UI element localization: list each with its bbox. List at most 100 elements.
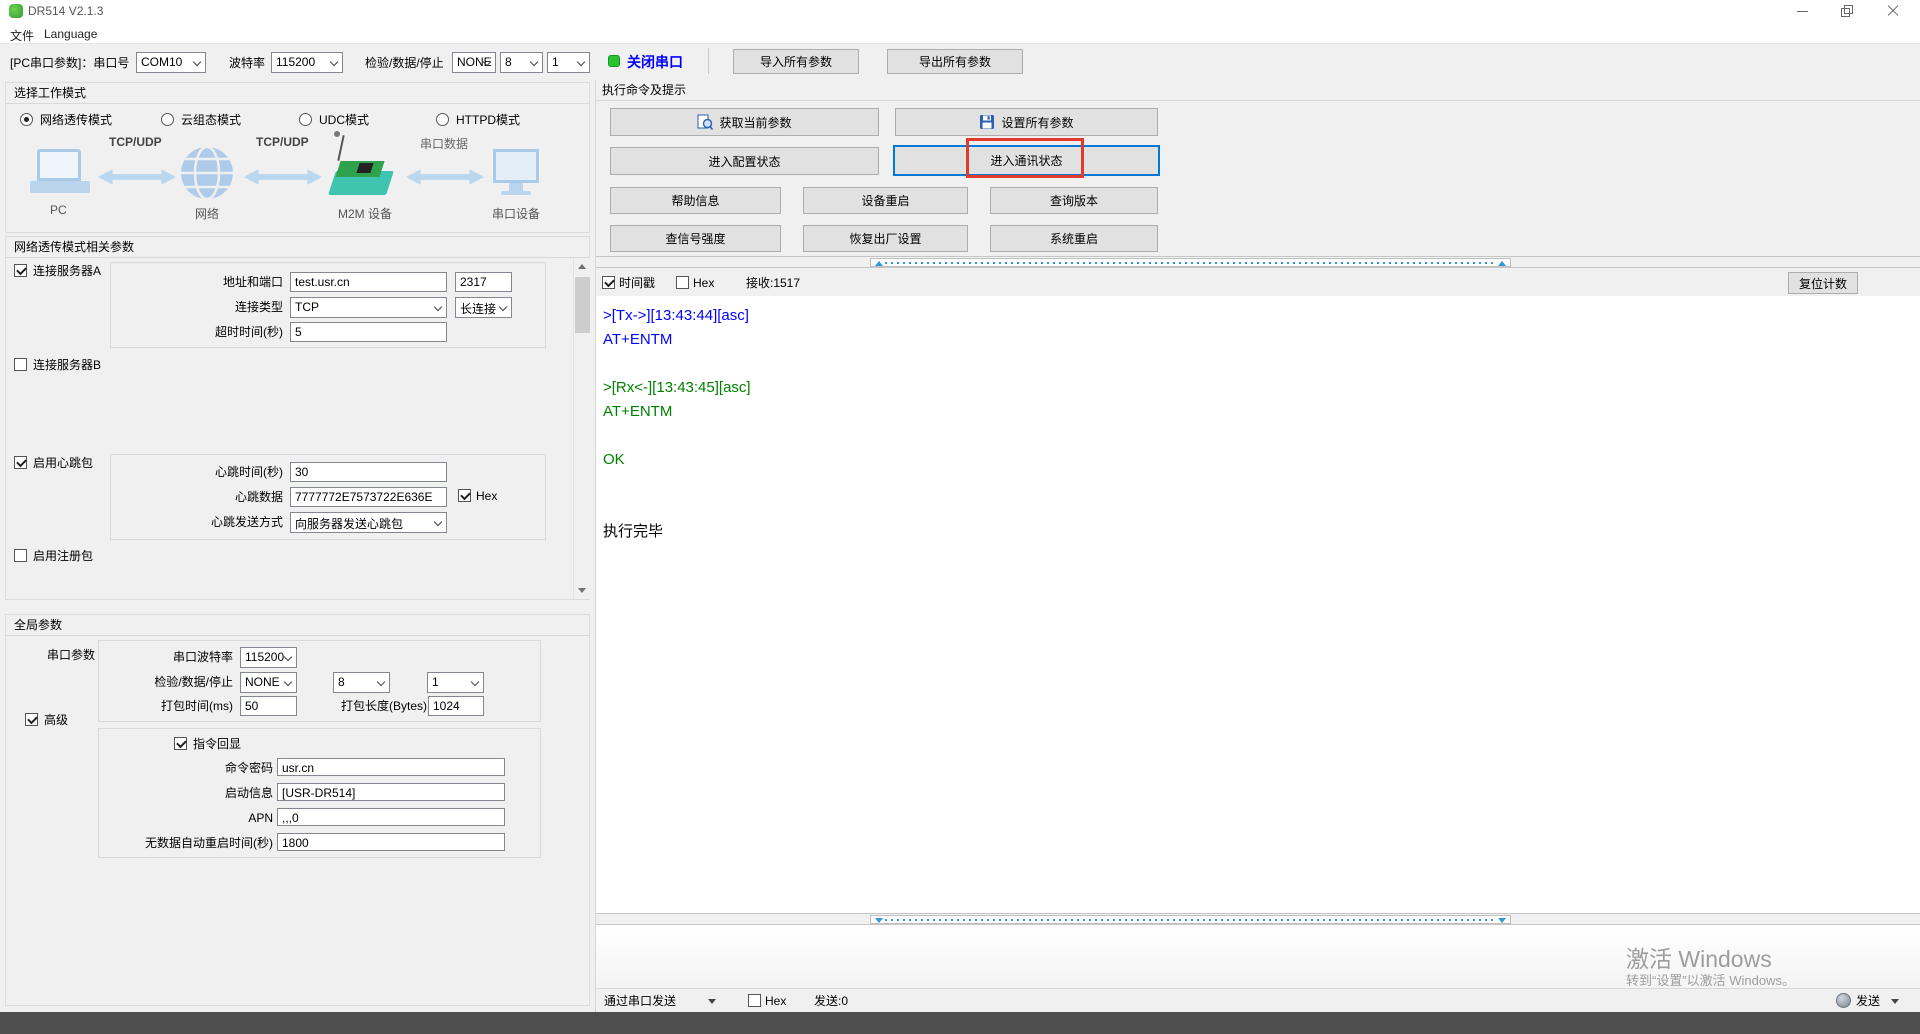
advanced-checkbox[interactable] — [25, 713, 38, 726]
diagram-node-pc-label: PC — [50, 203, 67, 217]
heartbeat-time-input[interactable]: 30 — [290, 462, 447, 482]
sent-counter: 发送:0 — [814, 991, 848, 1011]
menu-bar: 文件 Language — [0, 22, 1920, 44]
server-b-checkbox[interactable] — [14, 358, 27, 371]
network-globe-icon — [179, 145, 235, 201]
gbaud-select[interactable]: 115200 — [240, 647, 297, 668]
scrollbar-thumb[interactable] — [575, 277, 590, 333]
close-button[interactable] — [1876, 0, 1910, 22]
chevron-down-icon — [434, 518, 442, 526]
timestamp-label: 时间戳 — [619, 273, 655, 293]
gdatabits-select[interactable]: 8 — [333, 672, 390, 693]
parity-select[interactable]: NONE — [452, 52, 496, 73]
close-port-button[interactable]: 关闭串口 — [627, 52, 683, 72]
databits-select[interactable]: 8 — [500, 52, 543, 73]
window-title: DR514 V2.1.3 — [28, 4, 103, 18]
splitter-grip[interactable] — [870, 258, 1511, 267]
packlen-input[interactable]: 1024 — [428, 696, 484, 716]
minimize-button[interactable] — [1786, 0, 1820, 22]
radio-udc[interactable] — [299, 113, 312, 126]
system-restart-button[interactable]: 系统重启 — [990, 225, 1158, 252]
server-a-port-input[interactable]: 2317 — [455, 272, 512, 292]
chevron-down-icon — [499, 303, 507, 311]
heartbeat-mode-select[interactable]: 向服务器发送心跳包 — [290, 512, 447, 533]
heartbeat-hex-checkbox[interactable] — [458, 489, 471, 502]
get-params-button[interactable]: 获取当前参数 — [610, 108, 879, 136]
heartbeat-checkbox[interactable] — [14, 456, 27, 469]
chevron-down-icon — [377, 678, 385, 686]
advanced-label: 高级 — [44, 710, 68, 730]
cmd-pwd-input[interactable]: usr.cn — [277, 758, 505, 776]
scrollbar-down-button[interactable] — [574, 582, 591, 599]
radio-cloud[interactable] — [161, 113, 174, 126]
timeout-input[interactable]: 5 — [290, 322, 447, 342]
factory-reset-button[interactable]: 恢复出厂设置 — [803, 225, 968, 252]
apn-input[interactable]: ,,,0 — [277, 808, 505, 826]
heartbeat-data-input[interactable]: 7777772E7573722E636E — [290, 487, 447, 507]
send-splitter[interactable] — [596, 913, 1920, 925]
exec-panel: 执行命令及提示 获取当前参数 设置所有参数 进入配置状态 进入通讯状态 帮助信息… — [595, 80, 1920, 1012]
exec-header: 执行命令及提示 — [596, 80, 1920, 101]
minimize-icon — [1797, 11, 1808, 12]
net-params-header: 网络透传模式相关参数 — [6, 237, 589, 258]
echo-checkbox[interactable] — [174, 737, 187, 750]
idle-restart-input[interactable]: 1800 — [277, 833, 505, 851]
log-line: AT+ENTM — [603, 400, 1920, 424]
log-line: OK — [603, 448, 1920, 472]
menu-file[interactable]: 文件 — [6, 25, 38, 46]
packtime-input[interactable]: 50 — [240, 696, 297, 716]
log-splitter[interactable] — [596, 256, 1920, 268]
export-params-button[interactable]: 导出所有参数 — [887, 49, 1023, 74]
gparity-select[interactable]: NONE — [240, 672, 297, 693]
restore-button[interactable] — [1830, 0, 1864, 22]
radio-net-transparent[interactable] — [20, 113, 33, 126]
log-output[interactable]: >[Tx->][13:43:44][asc] AT+ENTM >[Rx<-][1… — [596, 296, 1920, 913]
server-a-checkbox[interactable] — [14, 264, 27, 277]
send-hex-checkbox[interactable] — [748, 994, 761, 1007]
splitter-grip[interactable] — [870, 915, 1511, 924]
register-checkbox[interactable] — [14, 549, 27, 562]
work-mode-header: 选择工作模式 — [6, 83, 589, 104]
work-mode-section: 选择工作模式 网络透传模式 云组态模式 UDC模式 HTTPD模式 PC TCP… — [5, 82, 590, 233]
chevron-down-icon[interactable] — [708, 999, 716, 1004]
pc-serial-label: [PC串口参数]：串口号 — [10, 53, 129, 73]
echo-label: 指令回显 — [193, 734, 241, 754]
log-line — [603, 352, 1920, 376]
enter-config-button[interactable]: 进入配置状态 — [610, 147, 879, 175]
chevron-down-icon — [284, 678, 292, 686]
import-params-button[interactable]: 导入所有参数 — [733, 49, 859, 74]
section-title: 网络透传模式相关参数 — [14, 237, 134, 257]
send-via-serial-button[interactable]: 通过串口发送 — [604, 991, 676, 1011]
boot-msg-label: 启动信息 — [115, 783, 273, 803]
log-line — [603, 424, 1920, 448]
arrow-icon — [406, 167, 484, 187]
collapse-up-icon — [875, 261, 883, 266]
section-title: 全局参数 — [14, 615, 62, 635]
section-title: 执行命令及提示 — [602, 83, 686, 97]
radio-httpd[interactable] — [436, 113, 449, 126]
menu-language[interactable]: Language — [40, 25, 101, 43]
query-version-button[interactable]: 查询版本 — [990, 187, 1158, 214]
left-panel-scrollbar[interactable] — [573, 258, 590, 599]
log-hex-checkbox[interactable] — [676, 276, 689, 289]
heartbeat-hex-label: Hex — [476, 486, 497, 506]
keepalive-select[interactable]: 长连接 — [455, 297, 512, 318]
baud-select[interactable]: 115200 — [271, 52, 343, 73]
log-line — [603, 496, 1920, 520]
boot-msg-input[interactable]: [USR-DR514] — [277, 783, 505, 801]
server-a-address-input[interactable]: test.usr.cn — [290, 272, 447, 292]
reset-counter-button[interactable]: 复位计数 — [1788, 272, 1858, 294]
gstopbits-select[interactable]: 1 — [427, 672, 484, 693]
com-port-select[interactable]: COM10 — [136, 52, 206, 73]
chevron-down-icon[interactable] — [1891, 999, 1899, 1004]
set-params-button[interactable]: 设置所有参数 — [895, 108, 1158, 136]
conn-type-select[interactable]: TCP — [290, 297, 447, 318]
send-button[interactable]: 发送 — [1856, 991, 1880, 1011]
stopbits-select[interactable]: 1 — [547, 52, 590, 73]
timestamp-checkbox[interactable] — [602, 276, 615, 289]
help-info-button[interactable]: 帮助信息 — [610, 187, 781, 214]
scrollbar-up-button[interactable] — [574, 258, 591, 275]
signal-strength-button[interactable]: 查信号强度 — [610, 225, 781, 252]
device-restart-button[interactable]: 设备重启 — [803, 187, 968, 214]
log-line: AT+ENTM — [603, 328, 1920, 352]
